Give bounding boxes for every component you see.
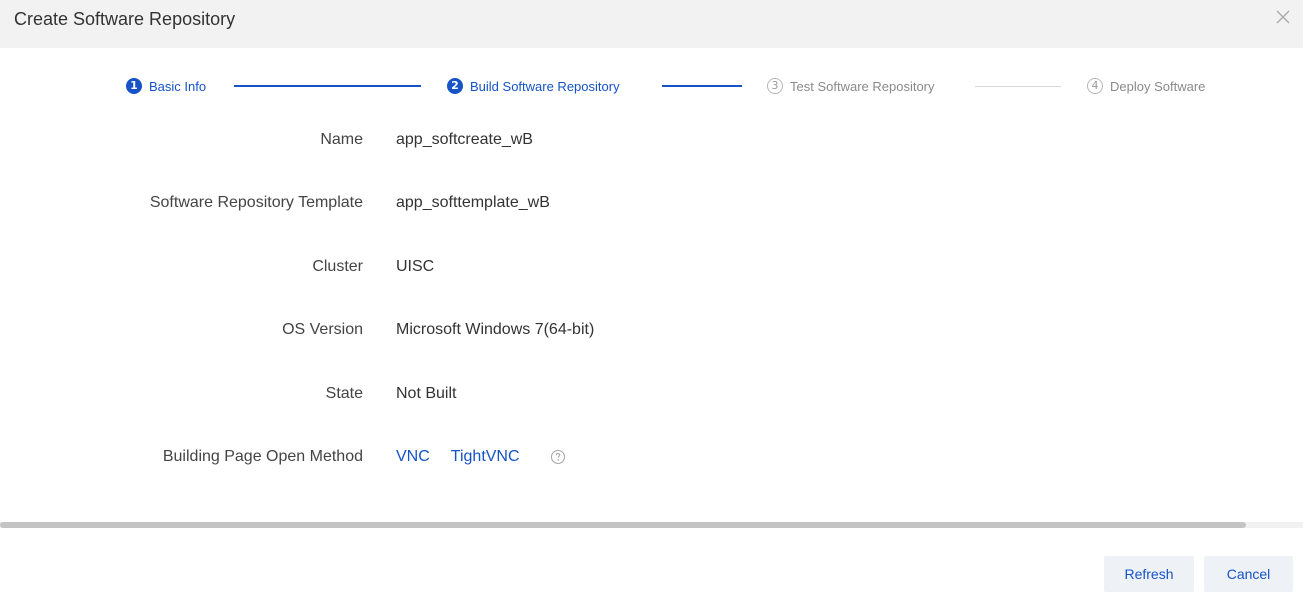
step-label: Build Software Repository (470, 78, 620, 94)
step-number: 4 (1087, 78, 1103, 94)
name-row: Name app_softcreate_wB (0, 128, 1303, 152)
cluster-label: Cluster (312, 258, 363, 275)
horizontal-scrollbar[interactable] (0, 522, 1303, 528)
tightvnc-link[interactable]: TightVNC (451, 445, 520, 469)
step-deploy-software: 4 Deploy Software (1087, 72, 1205, 100)
step-number: 3 (767, 78, 783, 94)
name-value: app_softcreate_wB (396, 131, 533, 148)
step-number: 1 (126, 78, 142, 94)
state-value: Not Built (396, 385, 457, 402)
template-row: Software Repository Template app_softtem… (0, 191, 1303, 215)
create-software-repository-dialog: Create Software Repository 1 Basic Info … (0, 0, 1303, 602)
step-connector (975, 86, 1061, 87)
vnc-link[interactable]: VNC (396, 445, 430, 469)
cluster-row: Cluster UISC (0, 255, 1303, 279)
step-connector (234, 85, 421, 87)
refresh-button[interactable]: Refresh (1104, 556, 1194, 592)
step-label: Test Software Repository (790, 78, 935, 94)
step-build-software-repository: 2 Build Software Repository (447, 72, 620, 100)
os-version-row: OS Version Microsoft Windows 7(64-bit) (0, 318, 1303, 342)
cluster-value: UISC (396, 258, 435, 275)
step-number: 2 (447, 78, 463, 94)
wizard-steps: 1 Basic Info 2 Build Software Repository… (0, 72, 1303, 100)
step-test-software-repository: 3 Test Software Repository (767, 72, 935, 100)
help-circle-icon[interactable] (550, 449, 566, 465)
state-row: State Not Built (0, 382, 1303, 406)
template-label: Software Repository Template (149, 194, 363, 211)
step-label: Basic Info (149, 78, 207, 94)
open-method-options: VNC TightVNC (396, 445, 566, 469)
name-label: Name (320, 131, 363, 148)
dialog-header: Create Software Repository (0, 0, 1303, 48)
cancel-button[interactable]: Cancel (1204, 556, 1293, 592)
dialog-title: Create Software Repository (14, 9, 236, 29)
step-connector (662, 85, 742, 87)
step-label: Deploy Software (1110, 78, 1206, 94)
open-method-row: Building Page Open Method VNC TightVNC (0, 445, 1303, 469)
scrollbar-thumb[interactable] (0, 522, 1246, 528)
step-basic-info: 1 Basic Info (126, 72, 206, 100)
state-label: State (325, 385, 363, 402)
open-method-label: Building Page Open Method (162, 448, 363, 465)
os-version-label: OS Version (282, 321, 363, 338)
os-version-value: Microsoft Windows 7(64-bit) (396, 321, 595, 338)
close-icon[interactable] (1274, 8, 1292, 26)
template-value: app_softtemplate_wB (396, 194, 550, 211)
